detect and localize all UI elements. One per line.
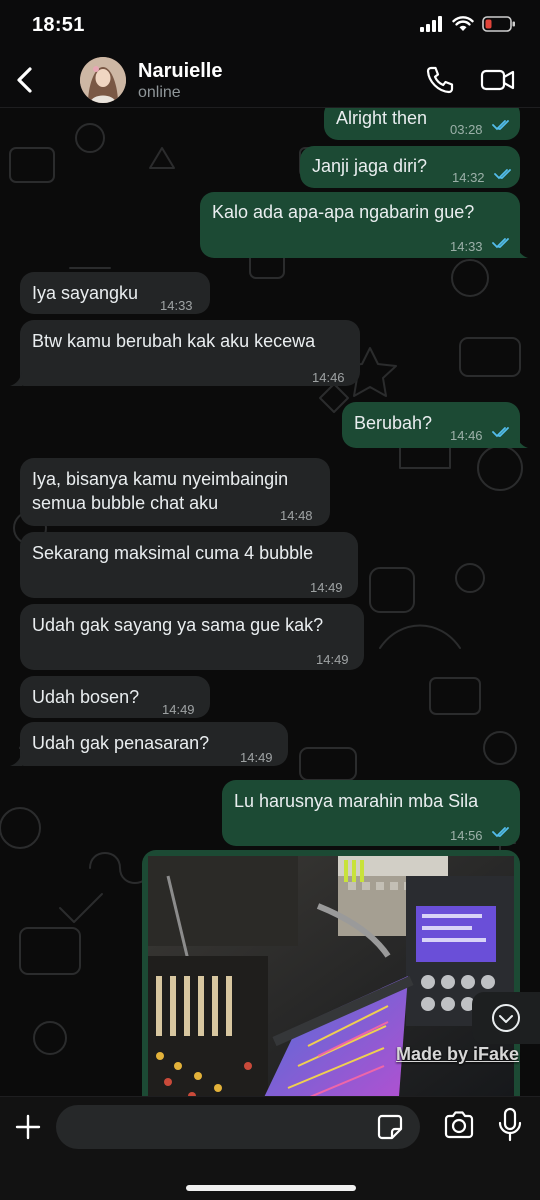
read-receipt-icon <box>492 120 509 131</box>
message-text: Iya sayangku <box>32 283 139 303</box>
message-bubble-incoming[interactable]: Udah gak sayang ya sama gue kak? 14:49 <box>20 604 364 670</box>
status-time: 18:51 <box>32 14 85 36</box>
bubble-tail <box>10 372 22 386</box>
plus-icon[interactable] <box>12 1111 44 1143</box>
message-text: Btw kamu berubah kak aku kecewa <box>32 331 316 351</box>
message-text: Alright then <box>336 108 428 128</box>
message-input[interactable] <box>56 1105 420 1149</box>
message-text: Udah gak sayang ya sama gue kak? <box>32 615 324 635</box>
message-time: 14:49 <box>310 580 343 595</box>
message-bubble-incoming[interactable]: Iya, bisanya kamu nyeimbaingin semua bub… <box>20 458 330 526</box>
message-bubble-outgoing[interactable]: Kalo ada apa-apa ngabarin gue? 14:33 <box>200 192 520 258</box>
read-receipt-icon <box>492 427 509 438</box>
message-text: Udah bosen? <box>32 687 140 707</box>
chevron-left-icon[interactable] <box>8 60 44 100</box>
message-text: Iya, bisanya kamu nyeimbaingin semua bub… <box>32 469 289 513</box>
message-time: 14:46 <box>312 370 345 385</box>
message-text: Lu harusnya marahin mba Sila <box>234 791 479 811</box>
message-bubble-outgoing[interactable]: Janji jaga diri? 14:32 <box>300 146 520 188</box>
message-time: 14:56 <box>450 828 483 843</box>
message-time: 14:49 <box>240 750 273 765</box>
microphone-icon[interactable] <box>496 1107 524 1143</box>
message-time: 14:33 <box>160 298 193 313</box>
message-time: 14:32 <box>452 170 485 185</box>
message-text: Kalo ada apa-apa ngabarin gue? <box>212 202 475 222</box>
message-bubble-outgoing[interactable]: Lu harusnya marahin mba Sila 14:56 <box>222 780 520 846</box>
bubble-tail <box>10 752 22 766</box>
message-bubble-incoming[interactable]: Iya sayangku 14:33 <box>20 272 210 314</box>
contact-status: online <box>138 84 181 101</box>
status-bar: 18:51 <box>0 0 540 52</box>
sticker-icon[interactable] <box>376 1113 404 1141</box>
message-time: 14:33 <box>450 239 483 254</box>
read-receipt-icon <box>492 827 509 838</box>
avatar[interactable] <box>80 57 126 103</box>
wifi-icon <box>452 16 474 31</box>
status-icons <box>420 16 516 32</box>
bubble-tail <box>516 434 528 448</box>
chat-header: Naruielle online <box>0 52 540 108</box>
battery-icon <box>482 16 515 32</box>
message-time: 14:48 <box>280 508 313 523</box>
message-time: 03:28 <box>450 122 483 137</box>
message-text: Sekarang maksimal cuma 4 bubble <box>32 543 314 563</box>
home-indicator <box>186 1185 356 1191</box>
message-bubble-outgoing[interactable]: Berubah? 14:46 <box>342 402 520 448</box>
cellular-signal-icon <box>420 16 442 32</box>
message-bubble-incoming[interactable]: Sekarang maksimal cuma 4 bubble 14:49 <box>20 532 358 598</box>
message-composer <box>0 1096 540 1200</box>
message-bubble-incoming[interactable]: Btw kamu berubah kak aku kecewa 14:46 <box>20 320 360 386</box>
message-text: Janji jaga diri? <box>312 156 428 176</box>
watermark: Made by iFake <box>396 1044 520 1064</box>
message-text: Udah gak penasaran? <box>32 733 210 753</box>
chevron-down-circle-icon <box>492 1004 520 1032</box>
message-bubble-outgoing[interactable]: Alright then 03:28 <box>324 108 520 140</box>
video-camera-icon[interactable] <box>480 64 516 96</box>
message-time: 14:49 <box>316 652 349 667</box>
phone-icon[interactable] <box>424 64 456 96</box>
bubble-tail <box>516 244 528 258</box>
message-bubble-incoming[interactable]: Udah bosen? 14:49 <box>20 676 210 718</box>
chat-area[interactable]: Alright then 03:28 Janji jaga diri? 14:3… <box>0 108 540 1096</box>
message-bubble-incoming[interactable]: Udah gak penasaran? 14:49 <box>20 722 288 766</box>
contact-name[interactable]: Naruielle <box>138 60 222 83</box>
read-receipt-icon <box>494 169 511 180</box>
camera-icon[interactable] <box>442 1109 476 1141</box>
message-time: 14:46 <box>450 428 483 443</box>
message-text: Berubah? <box>354 413 433 433</box>
message-time: 14:49 <box>162 702 195 717</box>
scroll-to-bottom-button[interactable] <box>472 992 540 1044</box>
read-receipt-icon <box>492 238 509 249</box>
